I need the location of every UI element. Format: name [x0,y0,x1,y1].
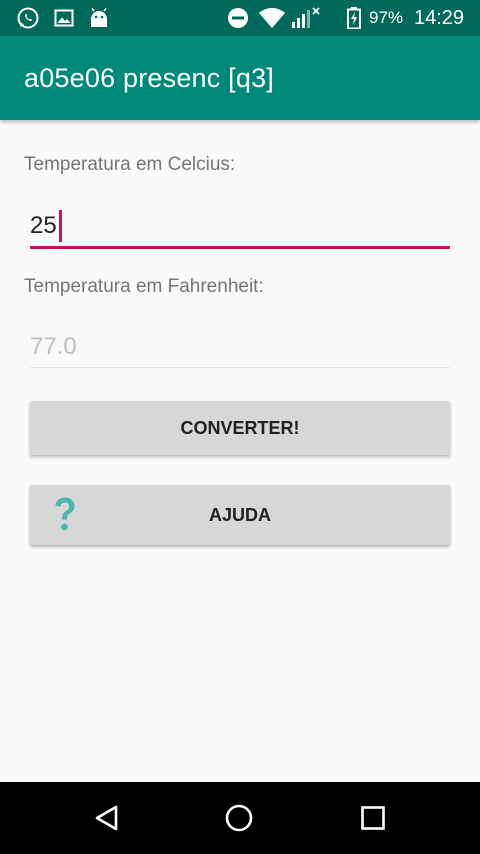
fahrenheit-output-value: 77.0 [30,333,77,360]
help-button[interactable]: AJUDA [30,485,450,545]
text-cursor [59,210,62,242]
battery-percent: 97% [369,8,404,27]
fahrenheit-output-field: 77.0 [30,327,450,369]
celsius-label: Temperatura em Celcius: [24,154,236,175]
convert-button[interactable]: CONVERTER! [30,401,450,455]
celsius-input-underline [30,246,450,249]
status-bar: 97% 14:29 [0,0,480,36]
image-icon [52,0,76,36]
wifi-icon [257,0,287,36]
celsius-input[interactable]: 25 [30,206,450,250]
app-bar: a05e06 presenc [q3] [0,36,480,120]
battery-icon [344,0,364,36]
page-title: a05e06 presenc [q3] [24,63,274,93]
home-icon[interactable] [203,782,275,854]
whatsapp-icon [14,0,42,36]
android-icon [86,0,112,36]
back-icon[interactable] [71,782,143,854]
help-button-label: AJUDA [208,505,271,525]
signal-icon [289,0,323,36]
fahrenheit-label: Temperatura em Fahrenheit: [24,276,264,297]
recents-icon[interactable] [337,782,409,854]
celsius-input-value: 25 [30,212,57,239]
navigation-bar [0,782,480,854]
fahrenheit-output-underline [30,367,450,368]
question-mark-icon [52,485,78,545]
do-not-disturb-icon [226,0,250,36]
convert-button-label: CONVERTER! [180,418,300,438]
clock: 14:29 [414,7,465,29]
